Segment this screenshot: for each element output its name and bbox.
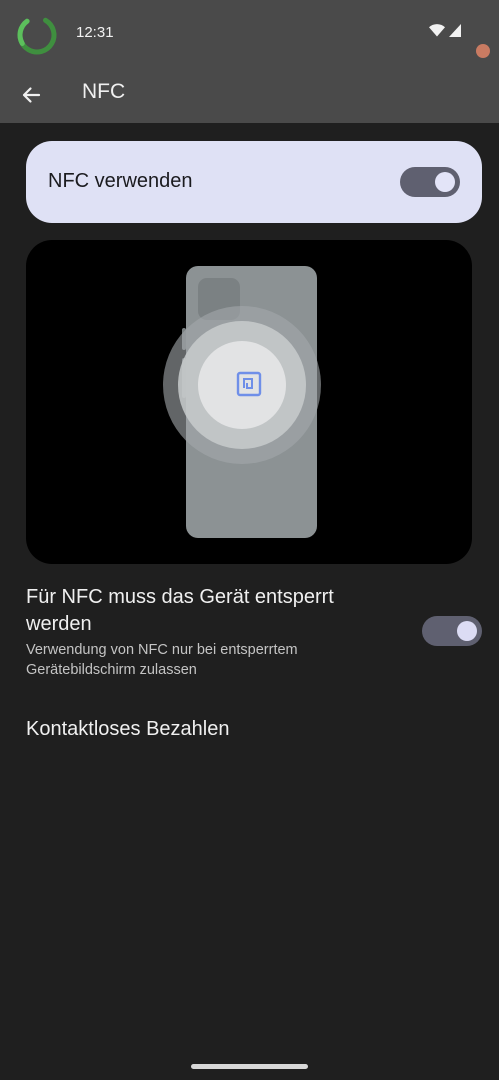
app-bar: NFC (0, 66, 499, 123)
use-nfc-toggle-card[interactable]: NFC verwenden (26, 141, 482, 223)
status-bar: 12:31 (0, 0, 499, 66)
contactless-payment-label: Kontaktloses Bezahlen (26, 718, 230, 740)
back-button[interactable] (14, 78, 48, 112)
nfc-settings-screen: 12:31 NFC NFC verwenden Für NFC muss das… (0, 0, 499, 1080)
require-unlock-title: Für NFC muss das Gerät entsperrt werden (26, 586, 334, 635)
header-band: 12:31 NFC (0, 0, 499, 123)
switch-thumb (435, 172, 455, 192)
status-icons (429, 24, 461, 37)
page-title: NFC (82, 80, 126, 103)
cell-signal-icon (449, 24, 461, 37)
inner-ring (198, 341, 286, 429)
switch-thumb (457, 621, 477, 641)
contactless-payment-item[interactable]: Kontaktloses Bezahlen (0, 706, 499, 756)
require-unlock-setting[interactable]: Für NFC muss das Gerät entsperrt werden … (0, 582, 499, 682)
use-nfc-label: NFC verwenden (48, 170, 193, 192)
wifi-icon (429, 24, 445, 37)
gesture-nav-handle[interactable] (191, 1064, 308, 1069)
nfc-phone-illustration (163, 266, 321, 538)
nfc-illustration (26, 240, 472, 564)
require-unlock-switch[interactable] (422, 616, 482, 646)
loading-ring-icon (17, 15, 57, 55)
status-time: 12:31 (76, 24, 114, 41)
require-unlock-subtitle: Verwendung von NFC nur bei entsperrtem G… (26, 642, 298, 678)
notification-dot (476, 44, 490, 58)
use-nfc-switch[interactable] (400, 167, 460, 197)
arrow-back-icon (22, 87, 41, 103)
